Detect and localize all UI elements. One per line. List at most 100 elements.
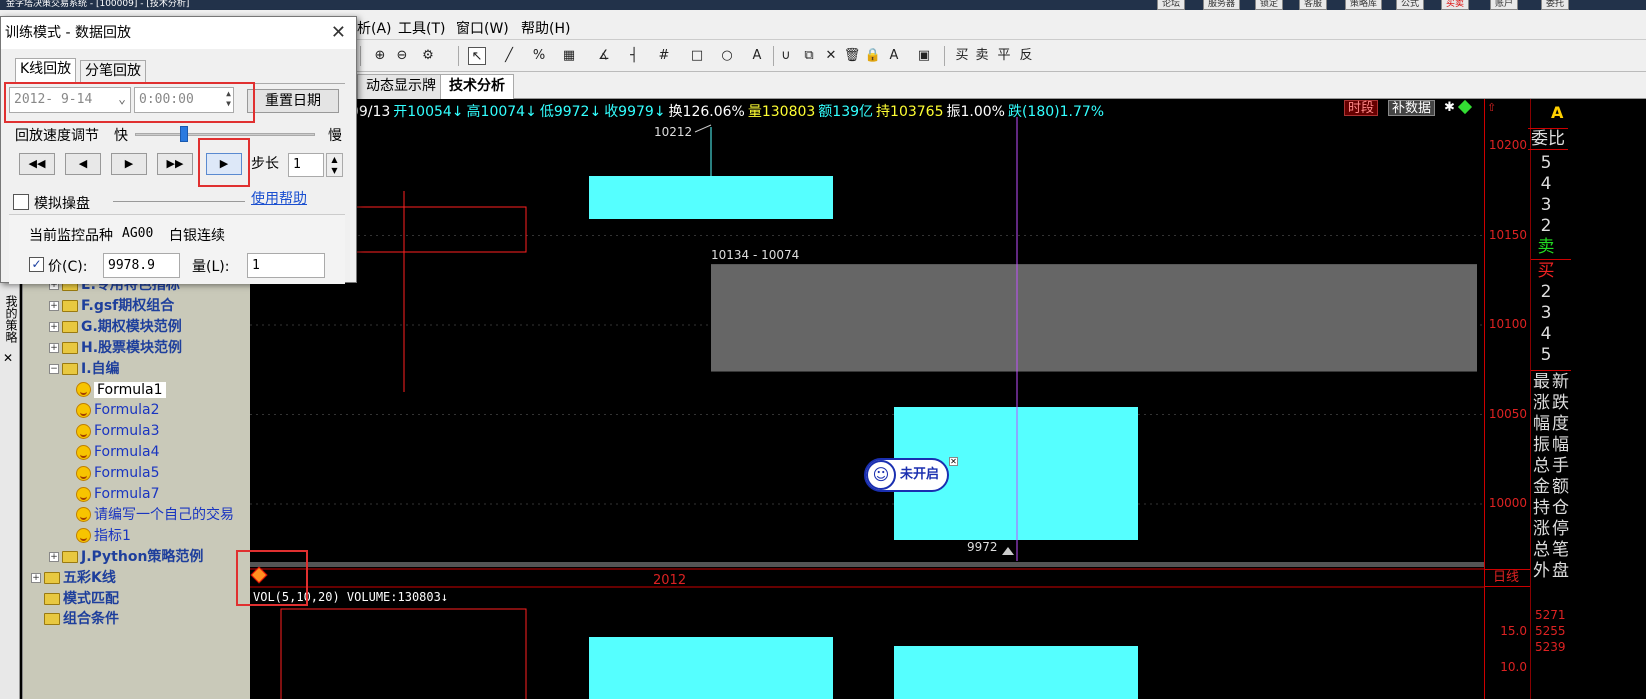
tab-tick-replay[interactable]: 分笔回放 bbox=[80, 60, 146, 83]
speed-slider-thumb[interactable] bbox=[179, 126, 188, 142]
sell-icon[interactable]: 卖 bbox=[973, 47, 991, 65]
play-button[interactable]: ▶ bbox=[111, 153, 147, 175]
tree-item[interactable]: + J.Python策略范例 bbox=[49, 547, 203, 568]
expand-icon[interactable]: + bbox=[49, 300, 59, 311]
tree-item[interactable]: − I.自编 bbox=[49, 359, 120, 380]
tab-dynamic-board[interactable]: 动态显示牌 bbox=[357, 74, 445, 99]
qty-label: 量(L): bbox=[192, 259, 230, 275]
reset-date-button[interactable]: 重置日期 bbox=[247, 89, 339, 113]
hash-tool-icon[interactable]: # bbox=[655, 47, 673, 65]
step-input[interactable]: 1 bbox=[288, 153, 324, 177]
lock-icon[interactable]: 🔒 bbox=[864, 47, 882, 65]
magnet-icon[interactable]: ∪ bbox=[777, 47, 795, 65]
tree-item[interactable]: 组合条件 bbox=[31, 609, 119, 630]
top-button-1[interactable]: 服务器 bbox=[1203, 0, 1241, 10]
top-button-2[interactable]: 锁定 bbox=[1255, 0, 1284, 10]
save-icon[interactable]: ▣ bbox=[915, 47, 933, 65]
fast-backward-button[interactable]: ◀◀ bbox=[19, 153, 55, 175]
folder-icon bbox=[44, 571, 60, 584]
percent-tool-icon[interactable]: % bbox=[530, 47, 548, 65]
channel-tool-icon[interactable]: ┤ bbox=[625, 47, 643, 65]
tree-item[interactable]: Formula2 bbox=[76, 400, 160, 421]
help-link[interactable]: 使用帮助 bbox=[251, 188, 307, 208]
menu-tools[interactable]: 工具(T) bbox=[398, 18, 445, 38]
top-button-8[interactable]: 委托 bbox=[1541, 0, 1570, 10]
sim-trading-checkbox[interactable] bbox=[13, 194, 29, 210]
fast-forward-button[interactable]: ▶▶ bbox=[157, 153, 193, 175]
top-button-6[interactable]: 买卖 bbox=[1441, 0, 1470, 10]
date-picker[interactable]: 2012- 9-14 ⌄ bbox=[9, 87, 131, 113]
settings-icon[interactable]: ⚙ bbox=[419, 47, 437, 65]
rect-tool-icon[interactable]: □ bbox=[688, 47, 706, 65]
volume-value: 5239 bbox=[1535, 640, 1566, 654]
price-input[interactable]: 9978.9 bbox=[103, 253, 180, 278]
flat-icon[interactable]: 平 bbox=[995, 47, 1013, 65]
status-pill[interactable]: ☺ 未开启 bbox=[864, 458, 950, 492]
tree-item[interactable]: 请编写一个自己的交易 bbox=[76, 505, 234, 526]
badge-fill-data[interactable]: 补数据 bbox=[1388, 100, 1436, 116]
tree-item[interactable]: Formula4 bbox=[76, 442, 160, 463]
menu-analysis[interactable]: 析(A) bbox=[357, 18, 392, 38]
zoom-out-icon[interactable]: ⊖ bbox=[393, 47, 411, 65]
grid-tool-icon[interactable]: ▦ bbox=[560, 47, 578, 65]
price-checkbox[interactable]: ✓ bbox=[29, 257, 44, 272]
chevron-down-icon[interactable]: ⌄ bbox=[118, 88, 126, 112]
tree-item[interactable]: + H.股票模块范例 bbox=[49, 338, 182, 359]
step-spinner-icon[interactable]: ▲ ▼ bbox=[326, 153, 343, 177]
top-button-4[interactable]: 策略库 bbox=[1345, 0, 1383, 10]
tree-item[interactable]: Formula7 bbox=[76, 484, 160, 505]
gear-icon[interactable]: ✱ bbox=[1444, 100, 1455, 115]
sell-level: 4 bbox=[1540, 174, 1552, 194]
step-forward-button[interactable]: ▶ bbox=[206, 153, 242, 175]
tree-item[interactable]: Formula5 bbox=[76, 463, 160, 484]
top-button-5[interactable]: 公式 bbox=[1396, 0, 1425, 10]
tree-item[interactable]: + F.gsf期权组合 bbox=[49, 296, 174, 317]
tab-technical-analysis[interactable]: 技术分析 bbox=[440, 74, 514, 100]
qty-input[interactable]: 1 bbox=[247, 253, 325, 278]
kline-chart[interactable]: (日线 复权)12/09/13开10054↓高10074↓低9972↓收9979… bbox=[250, 99, 1484, 699]
menu-window[interactable]: 窗口(W) bbox=[456, 18, 509, 38]
expand-icon[interactable]: + bbox=[49, 342, 59, 353]
menu-help[interactable]: 帮助(H) bbox=[521, 18, 570, 38]
tree-item[interactable]: 指标1 bbox=[76, 526, 131, 547]
tree-item[interactable]: Formula1 bbox=[76, 380, 166, 401]
speed-slider-track[interactable] bbox=[135, 133, 315, 136]
buy-level: 2 bbox=[1540, 282, 1552, 302]
close-icon[interactable]: ✕ bbox=[331, 22, 346, 43]
tree-item-label: Formula4 bbox=[94, 444, 160, 461]
time-field[interactable]: 0:00:00 ▲ ▼ bbox=[134, 87, 234, 113]
angle-tool-icon[interactable]: ∡ bbox=[595, 47, 613, 65]
tree-item[interactable]: Formula3 bbox=[76, 421, 160, 442]
circle-tool-icon[interactable]: ○ bbox=[718, 47, 736, 65]
volume-tick: 15.0 bbox=[1500, 624, 1527, 638]
chart-canvas[interactable]: 10212 10134 - 10074 9972 bbox=[250, 99, 1484, 699]
trash-icon[interactable]: 🗑 bbox=[843, 47, 861, 65]
tab-kline-replay[interactable]: K线回放 bbox=[15, 58, 77, 83]
top-button-7[interactable]: 账户 bbox=[1490, 0, 1519, 10]
line-tool-icon[interactable]: ╱ bbox=[500, 47, 518, 65]
time-spinner-icon[interactable]: ▲ ▼ bbox=[226, 89, 231, 109]
expand-icon[interactable]: + bbox=[49, 321, 59, 332]
tree-item[interactable]: + G.期权模块范例 bbox=[49, 317, 182, 338]
buy-icon[interactable]: 买 bbox=[953, 47, 971, 65]
copy-icon[interactable]: ⧉ bbox=[800, 47, 818, 65]
step-backward-button[interactable]: ◀ bbox=[65, 153, 101, 175]
strategy-strip-label[interactable]: 我的策略 bbox=[1, 295, 18, 343]
cursor-icon[interactable]: ↖ bbox=[468, 47, 486, 65]
close-icon[interactable]: ✕ bbox=[949, 457, 958, 466]
text-tool-icon[interactable]: A bbox=[748, 47, 766, 65]
top-button-3[interactable]: 客服 bbox=[1299, 0, 1328, 10]
period-label[interactable]: 日线 bbox=[1485, 569, 1531, 587]
expand-icon[interactable]: + bbox=[31, 572, 41, 583]
reverse-icon[interactable]: 反 bbox=[1017, 47, 1035, 65]
top-button-0[interactable]: 论坛 bbox=[1157, 0, 1186, 10]
delete-icon[interactable]: ✕ bbox=[822, 47, 840, 65]
tree-item[interactable]: + 五彩K线 bbox=[31, 568, 116, 589]
collapse-icon[interactable]: − bbox=[49, 363, 59, 374]
color-icon[interactable]: A bbox=[885, 47, 903, 65]
expand-icon[interactable]: + bbox=[49, 551, 59, 562]
zoom-in-icon[interactable]: ⊕ bbox=[371, 47, 389, 65]
badge-session[interactable]: 时段 bbox=[1344, 100, 1379, 116]
close-icon[interactable]: ✕ bbox=[3, 351, 13, 365]
tree-item[interactable]: 模式匹配 bbox=[31, 589, 119, 610]
